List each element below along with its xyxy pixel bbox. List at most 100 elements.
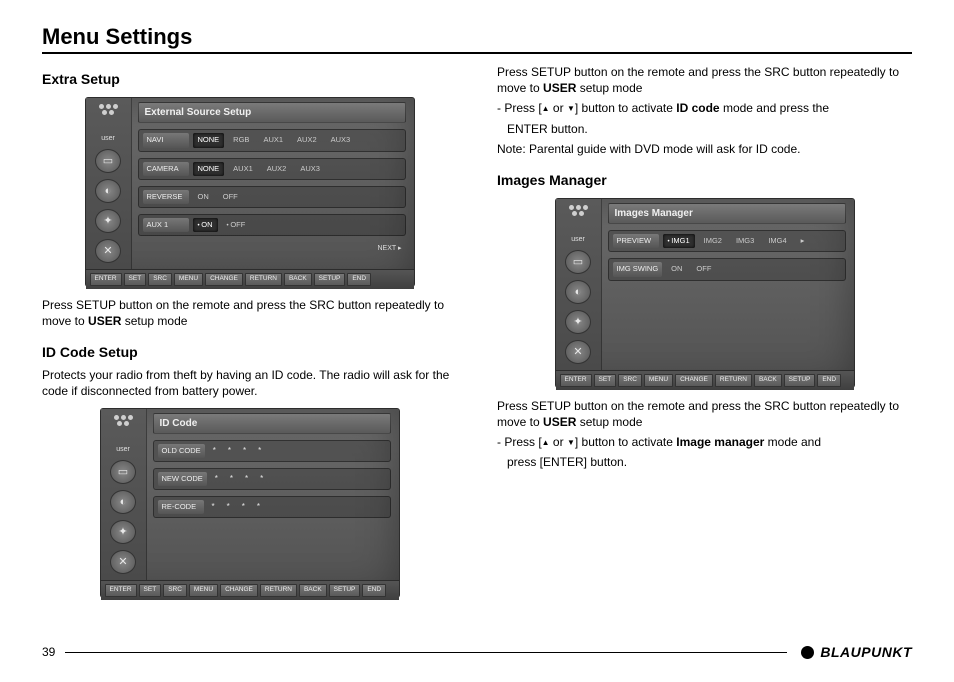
code-digit: *	[211, 474, 222, 485]
osd-sidebar: user ▭ ◐ ✦ ✕	[556, 199, 602, 370]
code-digit: *	[238, 502, 249, 513]
opt[interactable]: NONE	[193, 133, 225, 147]
opt[interactable]: OFF	[691, 262, 716, 276]
bbtn[interactable]: END	[362, 584, 386, 597]
side-btn-1[interactable]: ▭	[95, 149, 121, 173]
opt[interactable]: AUX3	[295, 162, 325, 176]
bbtn[interactable]: BACK	[299, 584, 327, 597]
bbtn[interactable]: SET	[594, 374, 617, 387]
row-label: NEW CODE	[158, 472, 207, 486]
text: ] button to activate	[575, 435, 676, 449]
side-btn-2[interactable]: ◐	[110, 490, 136, 514]
bbtn[interactable]: MENU	[174, 273, 203, 286]
bbtn[interactable]: END	[817, 374, 841, 387]
bbtn[interactable]: RETURN	[245, 273, 282, 286]
bbtn[interactable]: CHANGE	[675, 374, 713, 387]
opt[interactable]: ON	[193, 218, 218, 232]
opt[interactable]: AUX1	[228, 162, 258, 176]
side-btn-4[interactable]: ✕	[95, 239, 121, 263]
bbtn[interactable]: CHANGE	[205, 273, 243, 286]
osd-row-oldcode[interactable]: OLD CODE ****	[153, 440, 391, 462]
up-icon: ▲	[542, 104, 550, 113]
next-indicator[interactable]: NEXT ▸	[377, 244, 405, 253]
bbtn[interactable]: MENU	[189, 584, 218, 597]
opt[interactable]: NONE	[193, 162, 225, 176]
opt[interactable]: IMG4	[763, 234, 791, 248]
opt[interactable]: AUX1	[258, 133, 288, 147]
bbtn[interactable]: ENTER	[105, 584, 137, 597]
osd-row-camera[interactable]: CAMERA NONE AUX1 AUX2 AUX3	[138, 158, 406, 180]
opt[interactable]: OFF	[218, 190, 243, 204]
bbtn[interactable]: CHANGE	[220, 584, 258, 597]
osd-title: Images Manager	[608, 203, 846, 225]
id-code-text: Protects your radio from theft by having…	[42, 367, 457, 399]
bbtn[interactable]: BACK	[754, 374, 782, 387]
bbtn[interactable]: MENU	[644, 374, 673, 387]
user-icon	[94, 104, 122, 128]
opt[interactable]: AUX3	[326, 133, 356, 147]
img-step-2: press [ENTER] button.	[497, 454, 912, 470]
osd-bottom-bar: ENTER SET SRC MENU CHANGE RETURN BACK SE…	[556, 370, 854, 390]
content-columns: Extra Setup user ▭ ◐ ✦ ✕ External Source…	[42, 64, 912, 608]
row-label: CAMERA	[143, 162, 189, 176]
bbtn[interactable]: BACK	[284, 273, 312, 286]
osd-row-imgswing[interactable]: IMG SWING ON OFF	[608, 258, 846, 280]
user-label: user	[571, 235, 585, 244]
footer-rule	[65, 652, 787, 653]
bbtn[interactable]: END	[347, 273, 371, 286]
side-btn-3[interactable]: ✦	[95, 209, 121, 233]
side-btn-2[interactable]: ◐	[95, 179, 121, 203]
extra-setup-text: Press SETUP button on the remote and pre…	[42, 297, 457, 329]
bbtn[interactable]: SETUP	[784, 374, 816, 387]
text-bold: USER	[543, 81, 576, 95]
side-btn-3[interactable]: ✦	[110, 520, 136, 544]
row-label: RE-CODE	[158, 500, 204, 514]
text: setup mode	[121, 314, 187, 328]
row-label: OLD CODE	[158, 444, 205, 458]
opt[interactable]: RGB	[228, 133, 254, 147]
opt[interactable]: ON	[193, 190, 214, 204]
side-btn-4[interactable]: ✕	[565, 340, 591, 364]
osd-row-navi[interactable]: NAVI NONE RGB AUX1 AUX2 AUX3	[138, 129, 406, 151]
side-btn-4[interactable]: ✕	[110, 550, 136, 574]
opt[interactable]: AUX2	[292, 133, 322, 147]
opt[interactable]: IMG1	[663, 234, 695, 248]
side-btn-1[interactable]: ▭	[110, 460, 136, 484]
osd-row-recode[interactable]: RE-CODE ****	[153, 496, 391, 518]
arrow-right-icon[interactable]: ▸	[796, 234, 810, 248]
osd-row-preview[interactable]: PREVIEW IMG1 IMG2 IMG3 IMG4 ▸	[608, 230, 846, 252]
idcode-step: - Press [▲ or ▼] button to activate ID c…	[497, 100, 912, 116]
opt[interactable]: AUX2	[262, 162, 292, 176]
side-btn-3[interactable]: ✦	[565, 310, 591, 334]
bbtn[interactable]: ENTER	[560, 374, 592, 387]
side-btn-1[interactable]: ▭	[565, 250, 591, 274]
osd-row-aux1[interactable]: AUX 1 ON OFF	[138, 214, 406, 236]
bbtn[interactable]: SRC	[163, 584, 187, 597]
opt[interactable]: OFF	[222, 218, 251, 232]
opt[interactable]: ON	[666, 262, 687, 276]
code-digit: *	[209, 446, 220, 457]
osd-row-reverse[interactable]: REVERSE ON OFF	[138, 186, 406, 208]
right-column: Press SETUP button on the remote and pre…	[497, 64, 912, 608]
bbtn[interactable]: SRC	[148, 273, 172, 286]
bbtn[interactable]: SET	[124, 273, 147, 286]
bbtn[interactable]: SRC	[618, 374, 642, 387]
text: setup mode	[576, 415, 642, 429]
osd-main: Images Manager PREVIEW IMG1 IMG2 IMG3 IM…	[602, 199, 854, 370]
down-icon: ▼	[567, 438, 575, 447]
osd-title: ID Code	[153, 413, 391, 435]
text-bold: ID code	[676, 101, 719, 115]
side-btn-2[interactable]: ◐	[565, 280, 591, 304]
osd-row-newcode[interactable]: NEW CODE ****	[153, 468, 391, 490]
user-label: user	[116, 445, 130, 454]
opt[interactable]: IMG2	[699, 234, 727, 248]
bbtn[interactable]: SETUP	[314, 273, 346, 286]
bbtn[interactable]: ENTER	[90, 273, 122, 286]
code-digit: *	[223, 502, 234, 513]
bbtn[interactable]: RETURN	[715, 374, 752, 387]
bbtn[interactable]: SETUP	[329, 584, 361, 597]
opt[interactable]: IMG3	[731, 234, 759, 248]
bbtn[interactable]: RETURN	[260, 584, 297, 597]
bbtn[interactable]: SET	[139, 584, 162, 597]
osd-bottom-bar: ENTER SET SRC MENU CHANGE RETURN BACK SE…	[86, 269, 414, 289]
